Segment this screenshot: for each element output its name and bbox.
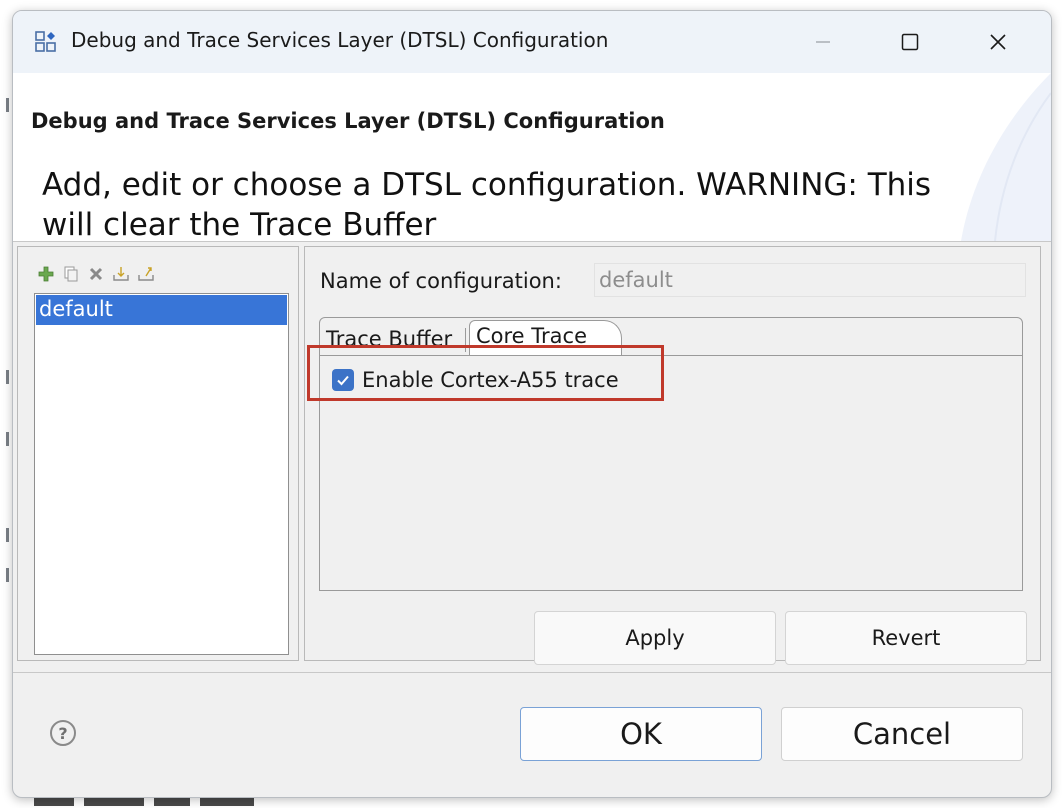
window-title: Debug and Trace Services Layer (DTSL) Co… (71, 28, 609, 52)
config-toolbar (37, 265, 155, 283)
main-area: default Name of configuration: default T… (13, 242, 1051, 672)
revert-button[interactable]: Revert (785, 611, 1027, 665)
cancel-button[interactable]: Cancel (781, 707, 1023, 761)
minimize-button[interactable] (783, 19, 863, 65)
app-icon (35, 31, 56, 52)
maximize-button[interactable] (870, 19, 950, 65)
config-name-label: Name of configuration: (320, 269, 562, 293)
apply-button[interactable]: Apply (534, 611, 776, 665)
add-icon[interactable] (37, 265, 55, 283)
tab-folder: Trace Buffer Core Trace Enable Cortex-A5… (307, 317, 1023, 591)
list-item[interactable]: default (36, 295, 287, 325)
dialog-banner: Debug and Trace Services Layer (DTSL) Co… (13, 73, 1051, 241)
close-icon (990, 34, 1006, 50)
banner-title: Debug and Trace Services Layer (DTSL) Co… (31, 109, 665, 133)
config-detail-panel: Name of configuration: default Trace Buf… (304, 246, 1041, 665)
enable-trace-checkbox[interactable] (332, 369, 354, 391)
enable-trace-label: Enable Cortex-A55 trace (362, 368, 619, 392)
help-icon[interactable]: ? (50, 720, 76, 746)
copy-icon[interactable] (62, 265, 80, 283)
enable-trace-option[interactable]: Enable Cortex-A55 trace (332, 368, 619, 392)
checkmark-icon (337, 375, 349, 386)
ok-button[interactable]: OK (520, 707, 762, 761)
minimize-icon (816, 41, 830, 43)
config-name-field[interactable]: default (594, 263, 1026, 297)
export-icon[interactable] (137, 265, 155, 283)
delete-icon[interactable] (87, 265, 105, 283)
maximize-icon (901, 33, 919, 51)
banner-decoration (961, 73, 1051, 241)
dtsl-dialog: Debug and Trace Services Layer (DTSL) Co… (12, 10, 1052, 798)
config-list[interactable]: default (34, 293, 289, 655)
import-icon[interactable] (112, 265, 130, 283)
button-bar-divider (13, 672, 1051, 673)
close-button[interactable] (958, 19, 1038, 65)
title-bar[interactable]: Debug and Trace Services Layer (DTSL) Co… (13, 11, 1051, 73)
config-list-panel: default (17, 246, 299, 661)
banner-message: Add, edit or choose a DTSL configuration… (42, 167, 932, 241)
